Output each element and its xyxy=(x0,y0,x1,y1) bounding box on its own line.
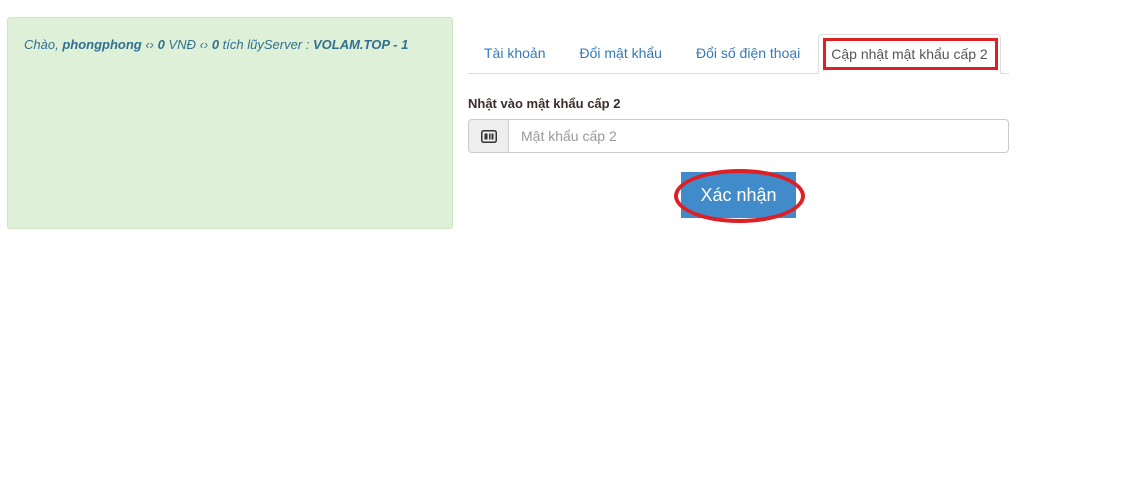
tab-label: Đổi mật khẩu xyxy=(579,45,662,61)
tab-label: Đổi số điện thoại xyxy=(695,45,801,61)
tab-label: Tài khoản xyxy=(484,45,546,61)
account-info-panel: Chào, phongphong ‹› 0 VNĐ ‹› 0 tích lũyS… xyxy=(7,17,453,229)
tab-change-phone[interactable]: Đổi số điện thoại xyxy=(680,34,816,73)
separator: ‹› xyxy=(141,37,158,52)
tab-update-password-level-2[interactable]: Cập nhật mật khẩu cấp 2 xyxy=(818,34,1001,74)
tab-change-password[interactable]: Đổi mật khẩu xyxy=(563,34,677,73)
vnd-balance: 0 xyxy=(157,37,165,52)
username: phongphong xyxy=(62,37,142,52)
points-balance: 0 xyxy=(211,37,220,52)
points-label: tích lũyServer : xyxy=(219,37,313,52)
greeting-text: Chào, xyxy=(24,37,63,52)
password2-input-group xyxy=(468,119,1009,153)
tab-account[interactable]: Tài khoản xyxy=(468,34,561,73)
password2-label: Nhật vào mật khẩu cấp 2 xyxy=(468,96,621,111)
account-tabs: Tài khoản Đổi mật khẩu Đổi số điện thoại… xyxy=(468,34,1009,74)
keypad-icon xyxy=(468,119,508,153)
server-name: VOLAM.TOP - 1 xyxy=(312,37,409,52)
confirm-button[interactable]: Xác nhận xyxy=(681,172,796,218)
vnd-label: VNĐ ‹› xyxy=(164,37,212,52)
password2-input[interactable] xyxy=(508,119,1009,153)
tab-label: Cập nhật mật khẩu cấp 2 xyxy=(831,46,988,62)
